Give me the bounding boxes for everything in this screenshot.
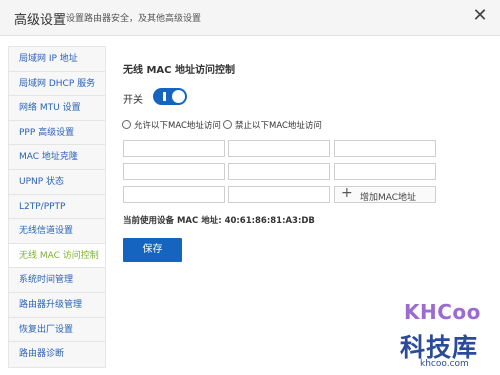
watermark-url: khcoo.com: [420, 359, 469, 369]
sidebar-item-lan-ip[interactable]: 局域网 IP 地址: [9, 47, 105, 72]
current-device-mac: 当前使用设备 MAC 地址: 40:61:86:81:A3:DB: [123, 214, 315, 226]
dialog-title: 高级设置: [14, 13, 67, 28]
mac-control-toggle[interactable]: [153, 88, 187, 105]
mac-input-4[interactable]: [123, 163, 225, 180]
settings-sidebar: 局域网 IP 地址 局域网 DHCP 服务 网络 MTU 设置 PPP 高级设置…: [8, 46, 106, 368]
mac-input-1[interactable]: [123, 140, 225, 157]
sidebar-item-factory-reset[interactable]: 恢复出厂设置: [9, 318, 105, 343]
sidebar-item-mtu[interactable]: 网络 MTU 设置: [9, 96, 105, 121]
mac-input-2[interactable]: [228, 140, 330, 157]
mac-input-5[interactable]: [228, 163, 330, 180]
sidebar-item-lan-dhcp[interactable]: 局域网 DHCP 服务: [9, 72, 105, 97]
sidebar-item-router-upgrade[interactable]: 路由器升级管理: [9, 293, 105, 318]
radio-circle-icon: [122, 120, 131, 129]
sidebar-item-mac-clone[interactable]: MAC 地址克隆: [9, 145, 105, 170]
mac-input-6[interactable]: [334, 163, 436, 180]
radio-deny-list[interactable]: 禁止以下MAC地址访问: [223, 119, 322, 131]
sidebar-item-wireless-mac-control[interactable]: 无线 MAC 访问控制: [9, 243, 105, 269]
add-mac-label: 增加MAC地址: [360, 193, 417, 203]
add-mac-button[interactable]: + 增加MAC地址: [334, 185, 436, 203]
close-icon[interactable]: ✕: [470, 4, 490, 28]
toggle-knob: [172, 90, 185, 103]
dialog-header: 高级设置 设置路由器安全，及其他高级设置 ✕: [0, 0, 500, 36]
save-button[interactable]: 保存: [123, 238, 182, 262]
sidebar-item-wireless-channel[interactable]: 无线信道设置: [9, 219, 105, 244]
radio-allow-label: 允许以下MAC地址访问: [134, 121, 221, 131]
sidebar-item-l2tp-pptp[interactable]: L2TP/PPTP: [9, 195, 105, 220]
khcoo-watermark: KHCoo 科技库 khcoo.com: [398, 296, 496, 372]
current-mac-value: 40:61:86:81:A3:DB: [224, 216, 315, 226]
radio-allow-list[interactable]: 允许以下MAC地址访问: [122, 119, 221, 131]
section-title: 无线 MAC 地址访问控制: [123, 65, 235, 76]
radio-circle-icon: [223, 120, 232, 129]
switch-label: 开关: [123, 95, 143, 106]
sidebar-item-upnp[interactable]: UPNP 状态: [9, 170, 105, 195]
sidebar-item-system-time[interactable]: 系统时间管理: [9, 268, 105, 293]
watermark-brand: KHCoo: [404, 300, 481, 324]
sidebar-item-ppp[interactable]: PPP 高级设置: [9, 121, 105, 146]
sidebar-item-router-diagnostics[interactable]: 路由器诊断: [9, 342, 105, 367]
mac-input-8[interactable]: [228, 186, 330, 203]
mac-input-3[interactable]: [334, 140, 436, 157]
dialog-subtitle: 设置路由器安全，及其他高级设置: [66, 14, 202, 24]
toggle-on-indicator: [163, 92, 166, 101]
plus-icon: +: [341, 185, 353, 201]
current-mac-label: 当前使用设备 MAC 地址:: [123, 216, 222, 226]
mac-input-7[interactable]: [123, 186, 225, 203]
radio-deny-label: 禁止以下MAC地址访问: [235, 121, 322, 131]
